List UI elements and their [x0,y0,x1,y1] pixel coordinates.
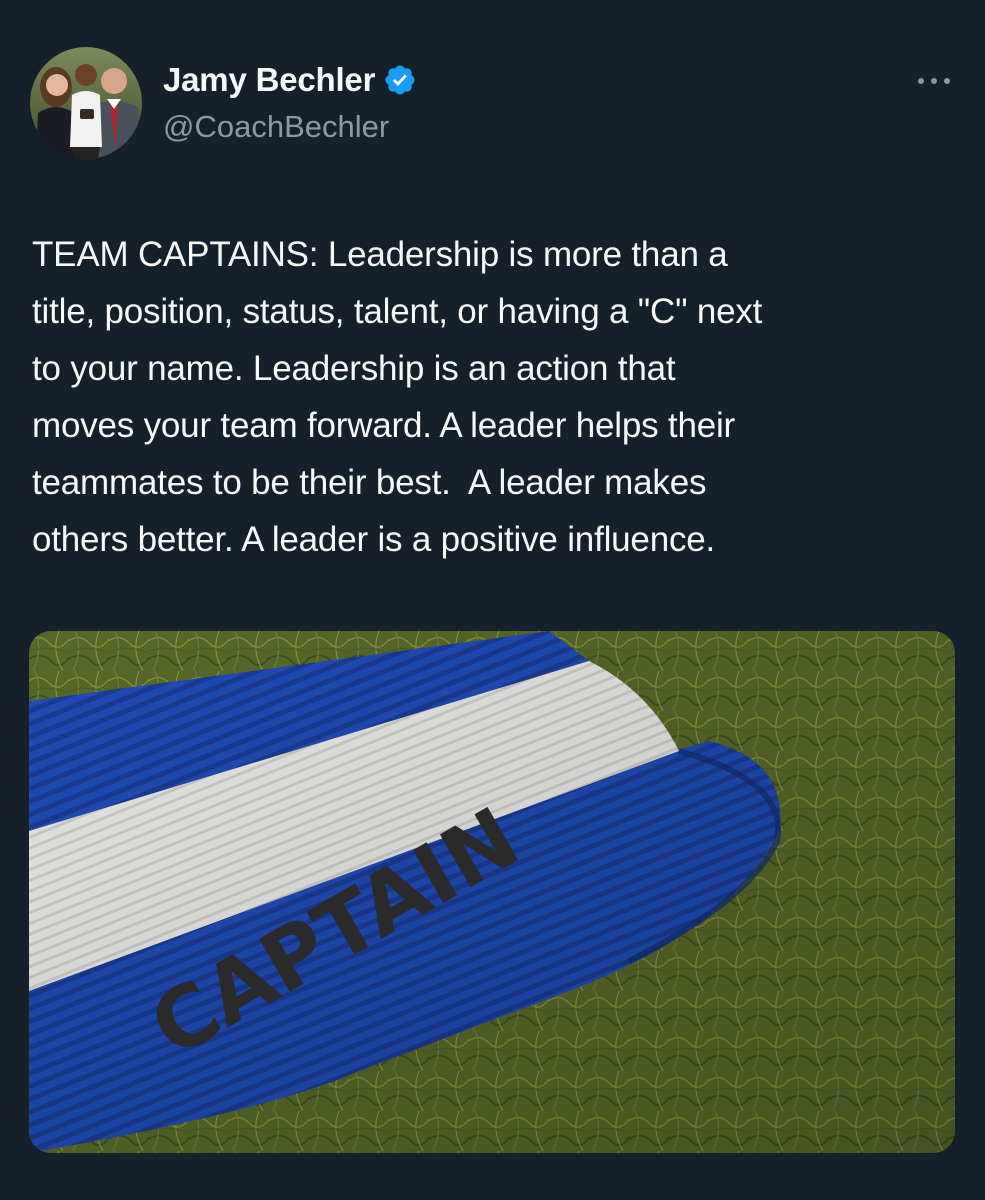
verified-badge-icon [385,65,415,95]
author-display-name[interactable]: Jamy Bechler [163,60,375,100]
tweet-text: TEAM CAPTAINS: Leadership is more than a… [32,235,763,559]
tweet-media-image[interactable]: CAPTAIN [29,631,955,1153]
author-name-row[interactable]: Jamy Bechler [163,60,417,100]
tweet: Jamy Bechler @CoachBechler TEAM CAPTAINS… [0,0,985,1200]
captain-armband-photo: CAPTAIN [29,631,955,1153]
author-handle[interactable]: @CoachBechler [163,108,389,146]
more-options-button[interactable] [912,66,956,96]
more-options-icon [918,78,950,84]
avatar[interactable] [30,47,142,159]
profile-photo-icon [30,47,142,159]
